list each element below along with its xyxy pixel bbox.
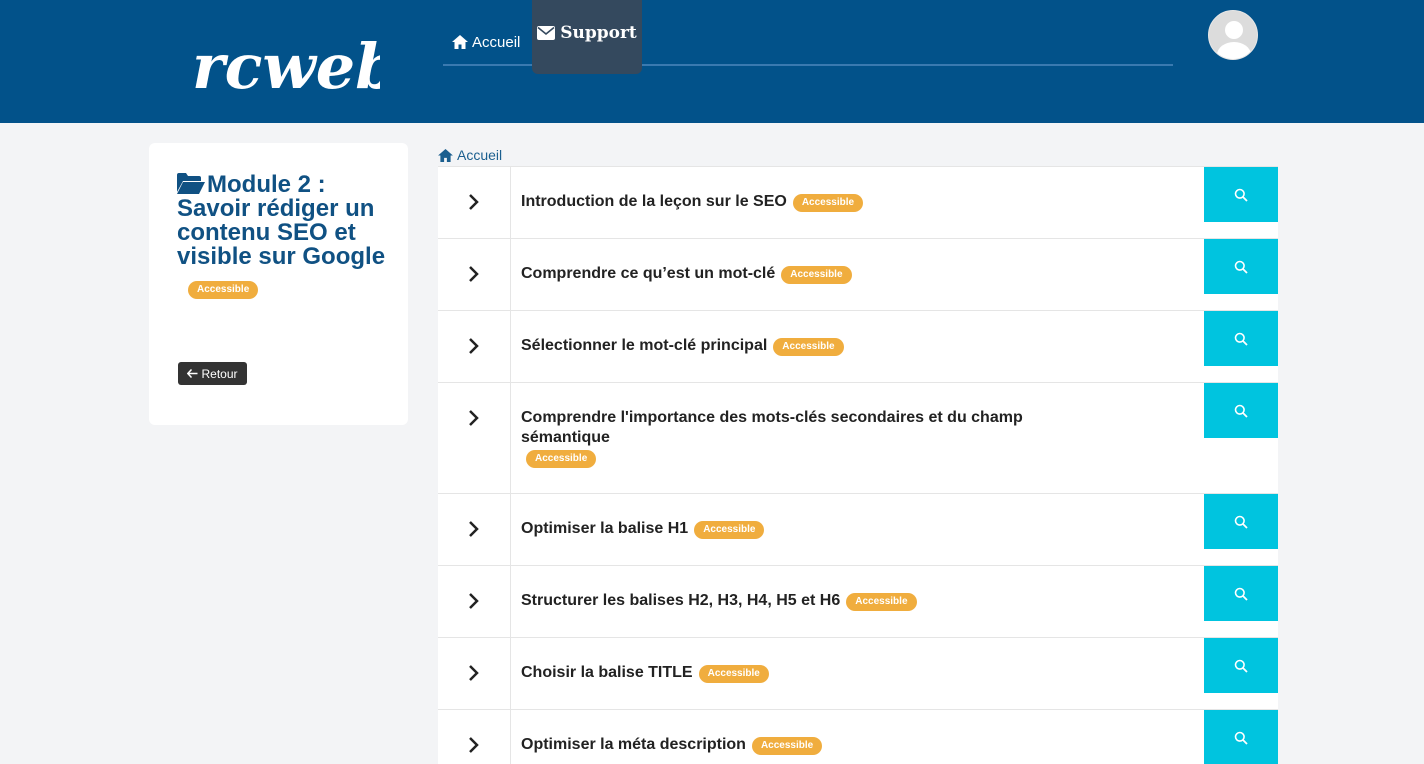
home-icon — [452, 35, 468, 49]
preview-button[interactable] — [1204, 494, 1278, 549]
lesson-title-text: Structurer les balises H2, H3, H4, H5 et… — [521, 592, 841, 609]
lesson-title[interactable]: Choisir la balise TITLE Accessible — [521, 663, 1061, 683]
lesson-row: Optimiser la méta description Accessible — [438, 709, 1278, 764]
expand-toggle[interactable] — [438, 167, 511, 238]
preview-button[interactable] — [1204, 383, 1278, 438]
user-icon — [1217, 21, 1251, 59]
access-badge: Accessible — [188, 281, 259, 299]
access-badge: Accessible — [751, 737, 823, 755]
lesson-title-text: Comprendre l'importance des mots-clés se… — [521, 409, 1023, 446]
lesson-row: Comprendre l'importance des mots-clés se… — [438, 382, 1278, 493]
access-badge: Accessible — [846, 593, 917, 611]
preview-button[interactable] — [1204, 638, 1278, 693]
lesson-title[interactable]: Introduction de la leçon sur le SEO Acces… — [521, 192, 1061, 212]
module-card: Module 2 : Savoir rédiger un contenu SEO… — [149, 143, 408, 425]
search-icon — [1234, 731, 1248, 745]
lesson-title[interactable]: Structurer les balises H2, H3, H4, H5 et… — [521, 591, 1061, 611]
search-icon — [1234, 515, 1248, 529]
lesson-title-text: Comprendre ce qu’est un mot-clé — [521, 265, 776, 282]
expand-toggle[interactable] — [438, 494, 511, 565]
expand-toggle[interactable] — [438, 239, 511, 310]
search-icon — [1234, 188, 1248, 202]
lesson-row: Sélectionner le mot-clé principal Accessi… — [438, 310, 1278, 382]
preview-button[interactable] — [1204, 311, 1278, 366]
lesson-title-text: Optimiser la méta description — [521, 736, 746, 753]
expand-toggle[interactable] — [438, 383, 511, 493]
lesson-title-text: Choisir la balise TITLE — [521, 664, 693, 681]
chevron-right-icon — [469, 266, 479, 282]
lesson-row: Choisir la balise TITLE Accessible — [438, 637, 1278, 709]
chevron-right-icon — [469, 521, 479, 537]
envelope-icon — [537, 26, 556, 40]
back-button-label: Retour — [201, 366, 238, 381]
access-badge: Accessible — [694, 521, 765, 539]
preview-button[interactable] — [1204, 239, 1278, 294]
nav-home-link[interactable]: Accueil — [452, 33, 520, 51]
search-icon — [1234, 332, 1248, 346]
chevron-right-icon — [469, 593, 479, 609]
access-badge: Accessible — [781, 266, 852, 284]
search-icon — [1234, 404, 1248, 418]
module-title: Module 2 : Savoir rédiger un contenu SEO… — [177, 173, 392, 269]
chevron-right-icon — [469, 410, 479, 426]
lesson-title-text: Sélectionner le mot-clé principal — [521, 337, 768, 354]
lesson-row: Comprendre ce qu’est un mot-clé Accessibl… — [438, 238, 1278, 310]
arrow-left-icon — [187, 369, 198, 378]
lesson-row: Introduction de la leçon sur le SEO Acces… — [438, 166, 1278, 238]
folder-open-icon — [177, 173, 205, 194]
lesson-title[interactable]: Comprendre ce qu’est un mot-clé Accessibl… — [521, 264, 1061, 284]
lesson-title-text: Introduction de la leçon sur le SEO — [521, 193, 787, 210]
nav-home-label: Accueil — [472, 33, 521, 51]
chevron-right-icon — [469, 737, 479, 753]
access-badge: Accessible — [792, 194, 864, 212]
expand-toggle[interactable] — [438, 638, 511, 709]
expand-toggle[interactable] — [438, 710, 511, 764]
lesson-row: Optimiser la balise H1 Accessible — [438, 493, 1278, 565]
search-icon — [1234, 659, 1248, 673]
rcweb-logo[interactable]: rcweb — [190, 8, 380, 100]
preview-button[interactable] — [1204, 710, 1278, 764]
back-button[interactable]: Retour — [178, 362, 247, 385]
expand-toggle[interactable] — [438, 311, 511, 382]
nav-support-link[interactable]: Support — [532, 0, 642, 74]
user-avatar[interactable] — [1208, 10, 1258, 60]
home-icon — [438, 148, 453, 162]
site-header: rcweb Accueil Support — [0, 0, 1424, 123]
lesson-title[interactable]: Comprendre l'importance des mots-clés se… — [521, 408, 1061, 468]
access-badge: Accessible — [773, 338, 844, 356]
access-badge: Accessible — [526, 450, 597, 468]
lesson-title[interactable]: Optimiser la méta description Accessible — [521, 735, 1061, 755]
module-title-text: Module 2 : Savoir rédiger un contenu SEO… — [177, 171, 386, 270]
logo-text: rcweb — [192, 30, 380, 100]
lesson-title-text: Optimiser la balise H1 — [521, 520, 689, 537]
search-icon — [1234, 587, 1248, 601]
lesson-title[interactable]: Sélectionner le mot-clé principal Accessi… — [521, 336, 1061, 356]
breadcrumb-home: Accueil — [457, 147, 503, 163]
chevron-right-icon — [469, 338, 479, 354]
access-badge: Accessible — [698, 665, 769, 683]
expand-toggle[interactable] — [438, 566, 511, 637]
lesson-title[interactable]: Optimiser la balise H1 Accessible — [521, 519, 1061, 539]
preview-button[interactable] — [1204, 167, 1278, 222]
chevron-right-icon — [469, 665, 479, 681]
lesson-row: Structurer les balises H2, H3, H4, H5 et… — [438, 565, 1278, 637]
nav-support-label: Support — [560, 23, 637, 43]
search-icon — [1234, 260, 1248, 274]
preview-button[interactable] — [1204, 566, 1278, 621]
chevron-right-icon — [469, 194, 479, 210]
breadcrumb[interactable]: Accueil — [438, 147, 502, 163]
